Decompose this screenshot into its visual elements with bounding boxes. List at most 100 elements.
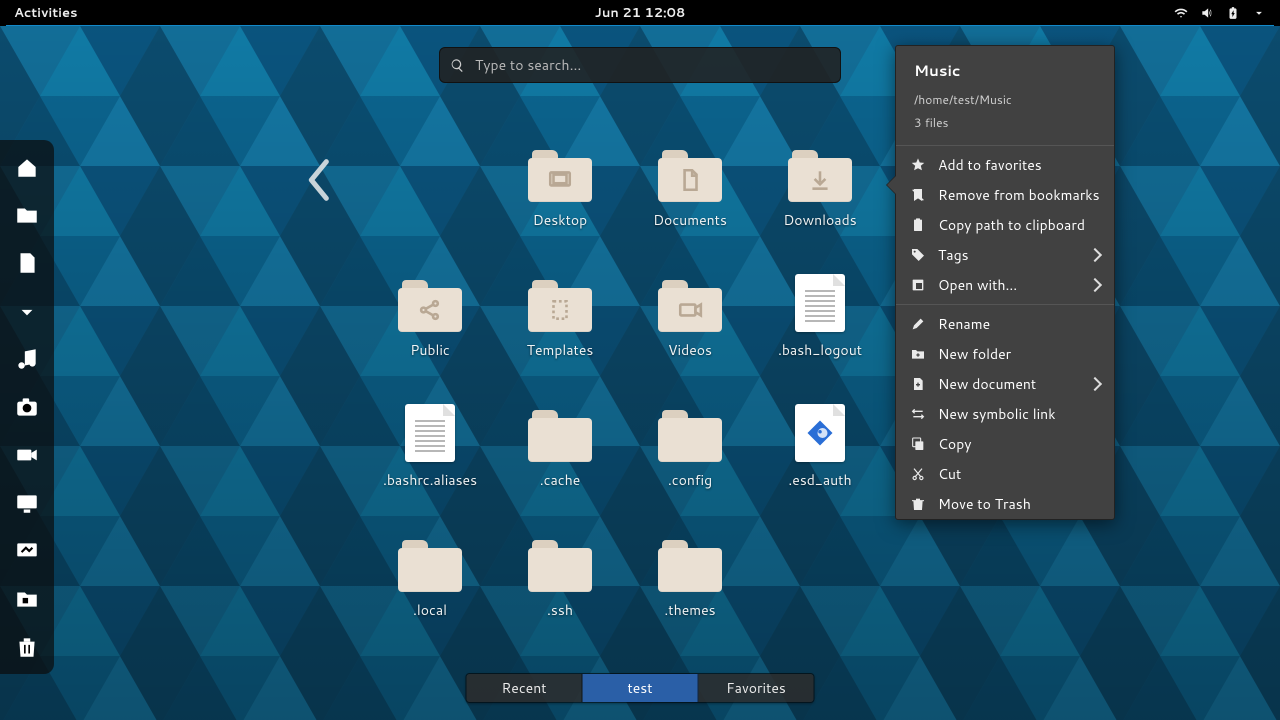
item-label: .local xyxy=(413,600,447,620)
view-favorites[interactable]: Favorites xyxy=(699,674,814,702)
menu-trash[interactable]: Move to Trash xyxy=(896,489,1114,519)
dash-camera[interactable] xyxy=(4,388,50,426)
menu-item-label: Rename xyxy=(938,314,990,334)
activities-button[interactable]: Activities xyxy=(0,4,92,22)
dash-files[interactable] xyxy=(4,196,50,234)
menu-newdoc[interactable]: New document xyxy=(896,369,1114,399)
view-recent[interactable]: Recent xyxy=(467,674,583,702)
video-icon xyxy=(677,297,703,323)
dash-templates[interactable] xyxy=(4,580,50,618)
file-item[interactable]: .esd_auth xyxy=(755,400,885,530)
download-icon xyxy=(807,167,833,193)
menu-tag[interactable]: Tags xyxy=(896,240,1114,270)
none-icon xyxy=(677,427,703,453)
item-label: .ssh xyxy=(547,600,573,620)
desktop-icon xyxy=(547,167,573,193)
menu-item-label: Copy path to clipboard xyxy=(938,215,1085,235)
share-icon xyxy=(417,297,443,323)
search-icon xyxy=(450,58,465,73)
clock[interactable]: Jun 21 12:08 xyxy=(595,4,686,22)
submenu-chevron-icon xyxy=(1088,377,1102,391)
menu-copy[interactable]: Copy xyxy=(896,429,1114,459)
submenu-chevron-icon xyxy=(1088,248,1102,262)
text-file-icon xyxy=(805,290,835,322)
star-icon xyxy=(910,157,926,173)
dash-monitor[interactable] xyxy=(4,484,50,522)
file-item[interactable]: .bash_logout xyxy=(755,270,885,400)
dash-document[interactable] xyxy=(4,244,50,282)
volume-icon xyxy=(1200,6,1214,20)
item-label: .bash_logout xyxy=(778,340,862,360)
menu-symlink[interactable]: New symbolic link xyxy=(896,399,1114,429)
item-label: Public xyxy=(410,340,450,360)
open-icon xyxy=(910,277,926,293)
dash-home[interactable] xyxy=(4,148,50,186)
menu-item-label: Remove from bookmarks xyxy=(938,185,1100,205)
file-item[interactable]: .bashrc.aliases xyxy=(365,400,495,530)
dash xyxy=(0,140,54,674)
cut-icon xyxy=(910,466,926,482)
menu-item-label: New symbolic link xyxy=(938,404,1056,424)
unbookmark-icon xyxy=(910,187,926,203)
menu-unbookmark[interactable]: Remove from bookmarks xyxy=(896,180,1114,210)
item-label: .bashrc.aliases xyxy=(383,470,477,490)
folder-item[interactable]: Templates xyxy=(495,270,625,400)
status-area[interactable] xyxy=(1174,6,1280,20)
view-switcher: Recent test Favorites xyxy=(466,673,815,703)
menu-item-label: Move to Trash xyxy=(938,494,1031,514)
folder-item[interactable]: Documents xyxy=(625,140,755,270)
folder-item[interactable]: Videos xyxy=(625,270,755,400)
menu-title: Music xyxy=(914,60,1096,81)
submenu-chevron-icon xyxy=(1088,278,1102,292)
search-bar[interactable]: Type to search... xyxy=(439,47,841,83)
menu-item-label: Open with... xyxy=(938,275,1017,295)
menu-cut[interactable]: Cut xyxy=(896,459,1114,489)
menu-open[interactable]: Open with... xyxy=(896,270,1114,300)
item-label: Downloads xyxy=(783,210,856,230)
folder-item[interactable]: .cache xyxy=(495,400,625,530)
item-label: .themes xyxy=(664,600,715,620)
menu-item-label: Tags xyxy=(938,245,969,265)
pencil-icon xyxy=(910,316,926,332)
view-current[interactable]: test xyxy=(583,674,699,702)
item-label: Desktop xyxy=(533,210,587,230)
menu-item-label: New document xyxy=(938,374,1036,394)
newdoc-icon xyxy=(910,376,926,392)
battery-icon xyxy=(1226,6,1240,20)
menu-path: /home/test/Music xyxy=(914,91,1096,108)
tag-icon xyxy=(910,247,926,263)
dash-remote[interactable] xyxy=(4,532,50,570)
menu-clipboard[interactable]: Copy path to clipboard xyxy=(896,210,1114,240)
clipboard-icon xyxy=(910,217,926,233)
text-file-icon xyxy=(415,420,445,452)
menu-newfolder[interactable]: New folder xyxy=(896,339,1114,369)
wifi-icon xyxy=(1174,6,1188,20)
item-label: Videos xyxy=(668,340,712,360)
newfolder-icon xyxy=(910,346,926,362)
dash-trash[interactable] xyxy=(4,628,50,666)
menu-item-label: New folder xyxy=(938,344,1011,364)
template-icon xyxy=(547,297,573,323)
item-label: Templates xyxy=(527,340,594,360)
menu-star[interactable]: Add to favorites xyxy=(896,150,1114,180)
folder-item[interactable]: .ssh xyxy=(495,530,625,660)
esd-icon xyxy=(805,418,835,448)
none-icon xyxy=(417,557,443,583)
folder-item[interactable]: .config xyxy=(625,400,755,530)
folder-item[interactable]: .local xyxy=(365,530,495,660)
folder-item[interactable]: Downloads xyxy=(755,140,885,270)
dash-video[interactable] xyxy=(4,436,50,474)
folder-item[interactable]: Desktop xyxy=(495,140,625,270)
copy-icon xyxy=(910,436,926,452)
menu-item-label: Cut xyxy=(938,464,961,484)
folder-item[interactable]: Public xyxy=(365,270,495,400)
dash-music[interactable] xyxy=(4,340,50,378)
chevron-down-icon xyxy=(1252,6,1266,20)
trash-icon xyxy=(910,496,926,512)
top-bar: Activities Jun 21 12:08 xyxy=(0,0,1280,26)
search-placeholder: Type to search... xyxy=(475,55,581,75)
dash-download[interactable] xyxy=(4,292,50,330)
menu-pencil[interactable]: Rename xyxy=(896,309,1114,339)
context-menu: Music /home/test/Music 3 files Add to fa… xyxy=(895,45,1115,520)
folder-item[interactable]: .themes xyxy=(625,530,755,660)
